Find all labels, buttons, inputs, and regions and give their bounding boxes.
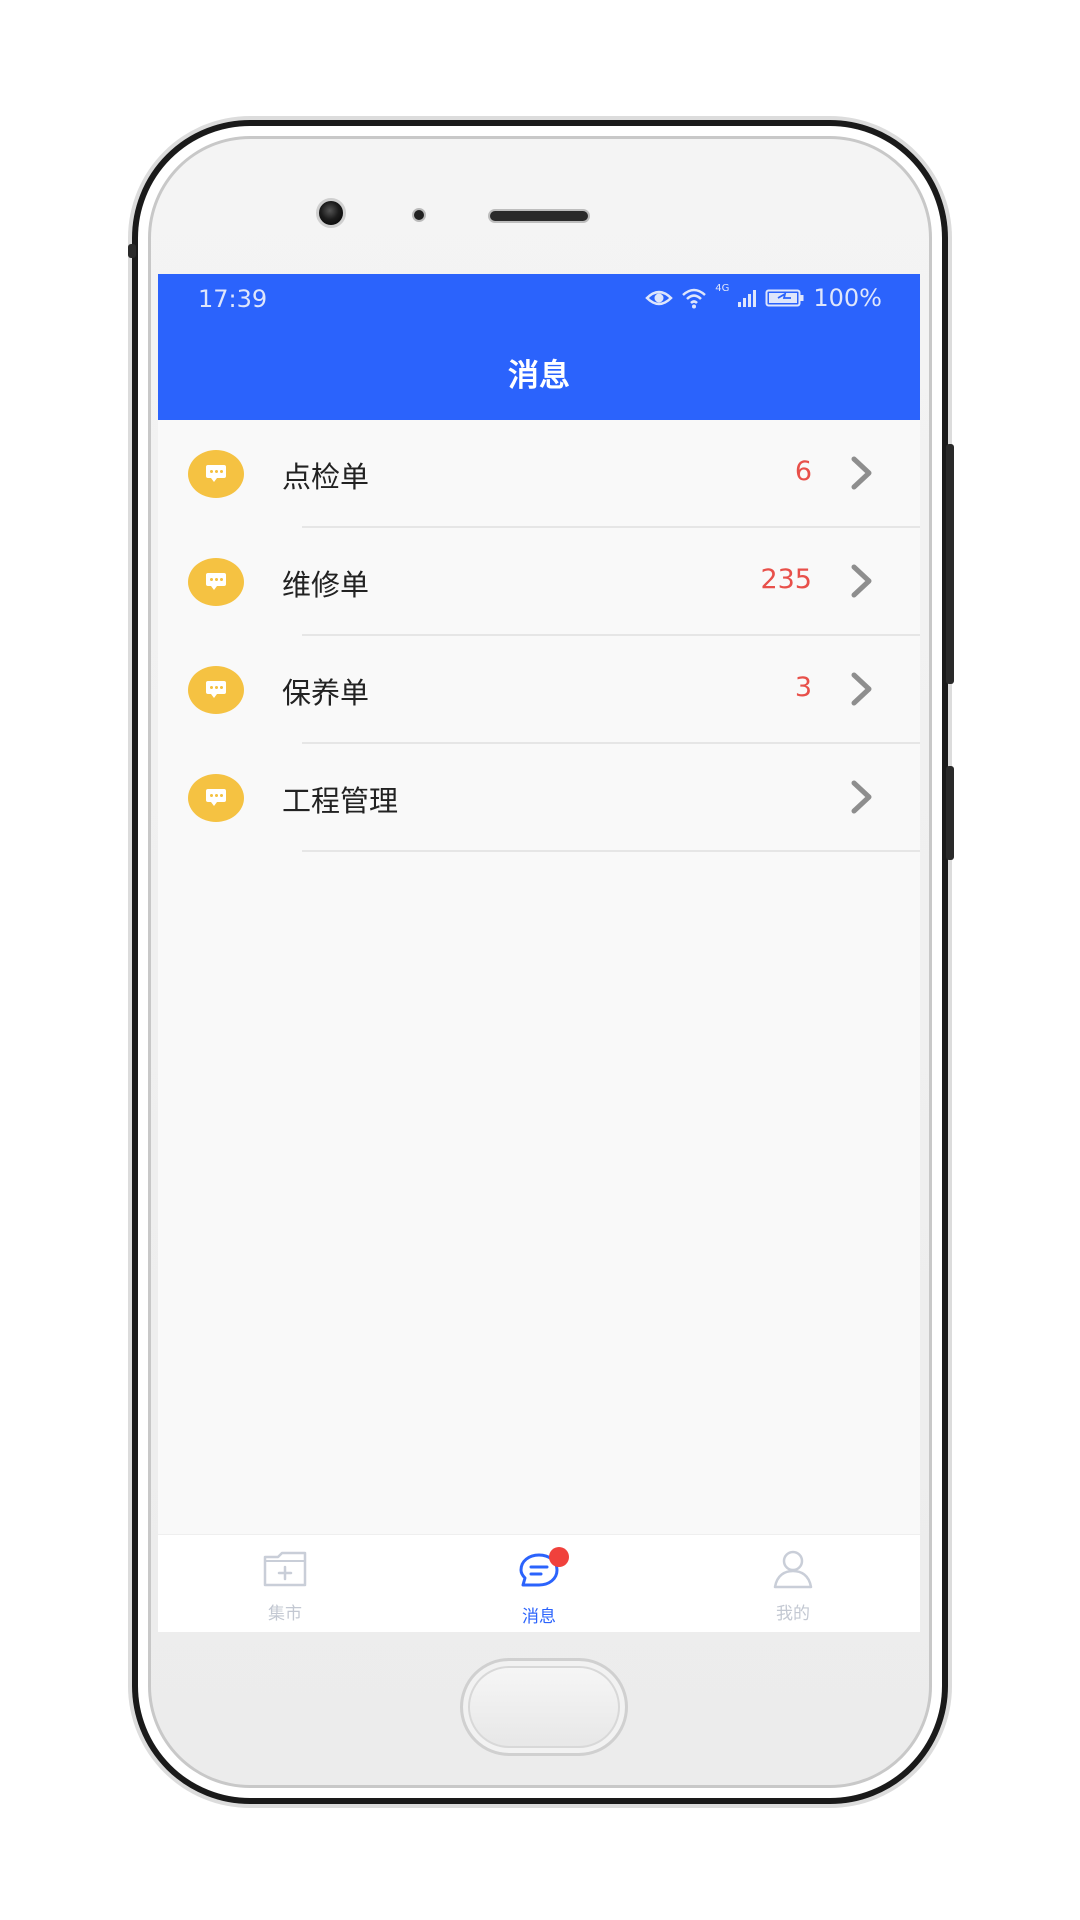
volume-button <box>946 444 954 684</box>
message-item-inspection[interactable]: 点检单 6 <box>158 420 920 528</box>
message-list: 点检单 6 维修单 235 保养单 3 工程管理 <box>158 420 920 852</box>
message-count: 235 <box>760 564 812 595</box>
chevron-right-icon <box>851 780 872 814</box>
wifi-icon <box>682 288 707 309</box>
status-time: 17:39 <box>198 285 268 313</box>
message-item-project[interactable]: 工程管理 <box>158 744 920 852</box>
signal-icon <box>738 290 757 307</box>
battery-percent: 100% <box>813 284 882 312</box>
tab-profile[interactable]: 我的 <box>666 1535 920 1632</box>
tab-market[interactable]: 集市 <box>158 1535 412 1632</box>
chat-bubble-icon <box>188 666 244 714</box>
chevron-right-icon <box>851 672 872 706</box>
proximity-sensor <box>412 208 426 222</box>
top-nav-bar: 消息 <box>158 326 920 420</box>
user-icon <box>773 1550 813 1589</box>
eye-icon <box>645 290 674 306</box>
divider <box>302 850 920 852</box>
chat-bubble-icon <box>188 774 244 822</box>
tab-label: 我的 <box>776 1604 810 1624</box>
chat-bubble-icon <box>188 450 244 498</box>
tab-messages[interactable]: 消息 <box>412 1535 666 1632</box>
chevron-right-icon <box>851 456 872 490</box>
left-side-button <box>128 244 136 258</box>
app-screen: 17:39 4G 100% 消息 点检单 6 维修单 235 保养单 3 工程管… <box>158 274 920 1632</box>
message-label: 工程管理 <box>282 784 399 818</box>
message-item-repair[interactable]: 维修单 235 <box>158 528 920 636</box>
front-camera <box>316 198 346 228</box>
notification-badge <box>549 1547 569 1567</box>
message-label: 维修单 <box>282 568 370 602</box>
home-button[interactable] <box>460 1658 628 1756</box>
status-bar: 17:39 4G 100% <box>158 274 920 326</box>
message-label: 点检单 <box>282 460 370 494</box>
chat-bubble-icon <box>188 558 244 606</box>
folder-plus-icon <box>263 1551 307 1587</box>
network-type: 4G <box>715 283 730 294</box>
status-indicators: 4G 100% <box>645 284 882 312</box>
power-button <box>946 766 954 860</box>
message-item-maintenance[interactable]: 保养单 3 <box>158 636 920 744</box>
device-mockup: 17:39 4G 100% 消息 点检单 6 维修单 235 保养单 3 工程管… <box>0 0 1080 1920</box>
message-count: 3 <box>794 672 812 703</box>
tab-label: 消息 <box>522 1607 556 1627</box>
battery-icon <box>765 289 804 307</box>
message-count: 6 <box>794 456 812 487</box>
page-title: 消息 <box>508 358 570 394</box>
chevron-right-icon <box>851 564 872 598</box>
earpiece-speaker <box>488 209 590 223</box>
message-label: 保养单 <box>282 676 370 710</box>
bottom-tab-bar: 集市 消息 我的 <box>158 1534 920 1632</box>
tab-label: 集市 <box>268 1604 302 1624</box>
